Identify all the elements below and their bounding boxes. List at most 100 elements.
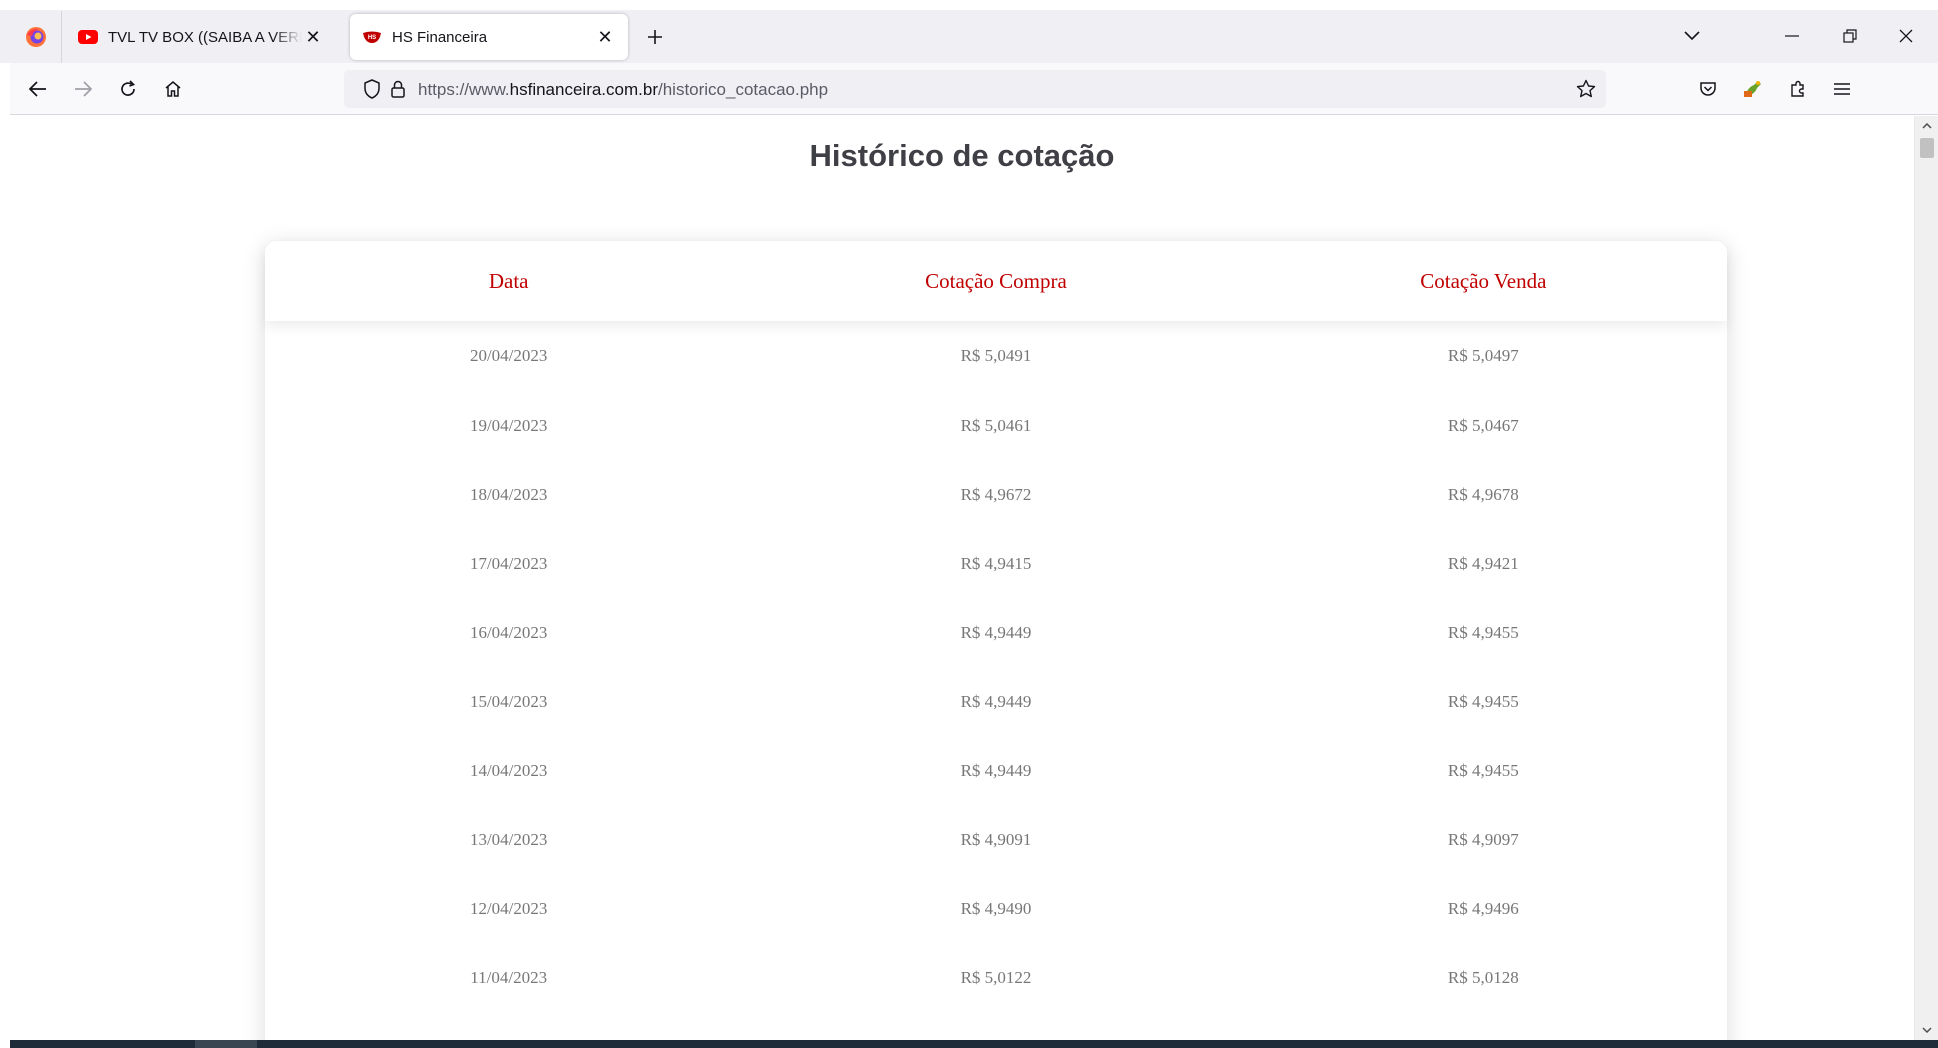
cell-buy: R$ 4,9672: [960, 484, 1032, 504]
shield-icon[interactable]: [362, 79, 382, 99]
cell-sell: R$ 4,9421: [1447, 553, 1519, 573]
cell-buy: R$ 5,0491: [960, 346, 1032, 365]
cell-date: 16/04/2023: [469, 622, 548, 642]
arrow-right-icon: [75, 81, 92, 97]
cell-buy: R$ 4,9449: [960, 691, 1032, 711]
cell-sell: R$ 4,9097: [1447, 829, 1519, 849]
cell-buy: R$ 5,0122: [960, 967, 1032, 987]
table-header: Data Cotação Compra Cotação Venda: [265, 241, 1727, 321]
menu-button[interactable]: [1826, 73, 1858, 105]
table-row: 18/04/2023 R$ 4,9672 R$ 4,9678: [265, 460, 1727, 529]
table-body: 20/04/2023 R$ 5,0491 R$ 5,0497 19/04/202…: [265, 321, 1727, 1012]
taskbar: [10, 1040, 1938, 1048]
new-tab-button[interactable]: [640, 22, 670, 52]
cell-sell: R$ 5,0128: [1447, 967, 1519, 987]
cell-date: 12/04/2023: [469, 898, 548, 918]
url-path: /historico_cotacao.php: [657, 80, 829, 99]
table-row: 16/04/2023 R$ 4,9449 R$ 4,9455: [265, 598, 1727, 667]
extension-icon: [1744, 81, 1761, 97]
cell-date: 15/04/2023: [469, 691, 548, 711]
cell-sell: R$ 4,9455: [1447, 622, 1519, 642]
quote-history-table: Data Cotação Compra Cotação Venda 20/04/…: [265, 241, 1727, 1040]
chevron-down-icon: [1684, 31, 1700, 41]
firefox-icon: [25, 27, 46, 47]
cell-buy: R$ 5,0461: [960, 415, 1032, 435]
taskbar-active-item[interactable]: [195, 1040, 257, 1048]
scroll-up-icon[interactable]: [1919, 118, 1935, 134]
cell-buy: R$ 4,9449: [960, 622, 1032, 642]
bookmark-star-icon[interactable]: [1576, 79, 1596, 99]
hs-financeira-icon: HS: [362, 27, 382, 47]
cell-sell: R$ 4,9496: [1447, 898, 1519, 918]
home-button[interactable]: [157, 73, 189, 105]
tab-title: HS Financeira: [392, 28, 488, 46]
tab-strip: TVL TV BOX ((SAIBA A VERDADE)) ✕ HS HS F…: [0, 0, 1938, 63]
page-title: Histórico de cotação: [809, 138, 1115, 173]
cell-sell: R$ 5,0497: [1447, 346, 1519, 365]
back-button[interactable]: [22, 73, 54, 105]
puzzle-icon: [1791, 80, 1804, 97]
reload-button[interactable]: [112, 73, 144, 105]
extensions-button[interactable]: [1782, 73, 1814, 105]
youtube-icon: [78, 27, 98, 47]
scrollbar-thumb[interactable]: [1920, 138, 1934, 158]
header-cotacao-compra: Cotação Compra: [925, 268, 1067, 293]
pocket-icon: [1700, 82, 1716, 96]
navigation-bar: https://www.hsfinanceira.com.br/historic…: [10, 63, 1938, 115]
close-window-button[interactable]: [1886, 18, 1926, 54]
arrow-left-icon: [29, 81, 46, 97]
close-icon[interactable]: ✕: [594, 26, 616, 48]
table-row: 14/04/2023 R$ 4,9449 R$ 4,9455: [265, 736, 1727, 805]
cell-sell: R$ 4,9455: [1447, 691, 1519, 711]
cell-date: 11/04/2023: [470, 967, 548, 987]
close-icon: [1899, 29, 1913, 43]
tab-title: TVL TV BOX ((SAIBA A VERDADE)): [108, 28, 302, 46]
url-domain: hsfinanceira.com.br: [509, 80, 658, 99]
cell-date: 19/04/2023: [469, 415, 548, 435]
url-text[interactable]: https://www.hsfinanceira.com.br/historic…: [418, 80, 828, 100]
tab-youtube[interactable]: TVL TV BOX ((SAIBA A VERDADE)) ✕: [66, 14, 336, 60]
table-row: 20/04/2023 R$ 5,0491 R$ 5,0497: [265, 321, 1727, 391]
scroll-down-icon[interactable]: [1919, 1022, 1935, 1038]
cell-buy: R$ 4,9490: [960, 898, 1032, 918]
restore-button[interactable]: [1830, 18, 1870, 54]
minimize-icon: [1785, 35, 1799, 37]
cell-date: 13/04/2023: [469, 829, 548, 849]
cell-buy: R$ 4,9449: [960, 760, 1032, 780]
cell-date: 18/04/2023: [469, 484, 548, 504]
table-row: 19/04/2023 R$ 5,0461 R$ 5,0467: [265, 391, 1727, 460]
table-row: 13/04/2023 R$ 4,9091 R$ 4,9097: [265, 805, 1727, 874]
list-all-tabs-button[interactable]: [1672, 18, 1712, 54]
url-prefix: https://www.: [418, 80, 510, 99]
header-cotacao-venda: Cotação Venda: [1420, 268, 1547, 293]
vertical-scrollbar[interactable]: [1914, 116, 1938, 1040]
reload-icon: [121, 80, 136, 96]
close-icon[interactable]: ✕: [302, 26, 324, 48]
pocket-button[interactable]: [1692, 73, 1724, 105]
cell-buy: R$ 4,9415: [960, 553, 1032, 573]
restore-icon: [1843, 29, 1857, 43]
table-row: 12/04/2023 R$ 4,9490 R$ 4,9496: [265, 874, 1727, 943]
minimize-button[interactable]: [1772, 18, 1812, 54]
table-row: 11/04/2023 R$ 5,0122 R$ 5,0128: [265, 943, 1727, 1012]
cell-date: 14/04/2023: [469, 760, 548, 780]
tab-hs-financeira[interactable]: HS HS Financeira ✕: [350, 14, 628, 60]
cell-sell: R$ 5,0467: [1447, 415, 1519, 435]
table-row: 17/04/2023 R$ 4,9415 R$ 4,9421: [265, 529, 1727, 598]
header-data: Data: [488, 268, 529, 293]
lock-icon[interactable]: [388, 79, 408, 99]
table-row: 15/04/2023 R$ 4,9449 R$ 4,9455: [265, 667, 1727, 736]
cell-buy: R$ 4,9091: [960, 829, 1032, 849]
cell-date: 20/04/2023: [469, 346, 548, 365]
cell-sell: R$ 4,9678: [1447, 484, 1519, 504]
address-bar[interactable]: https://www.hsfinanceira.com.br/historic…: [344, 70, 1606, 108]
forward-button[interactable]: [67, 73, 99, 105]
home-icon: [165, 81, 181, 97]
plus-icon: [648, 30, 662, 44]
page-viewport: Histórico de cotação Data Cotação Compra…: [10, 116, 1914, 1040]
firefox-view-button[interactable]: [10, 11, 62, 63]
cell-sell: R$ 4,9455: [1447, 760, 1519, 780]
hamburger-menu-icon: [1834, 83, 1850, 95]
extension-button[interactable]: [1737, 73, 1769, 105]
cell-date: 17/04/2023: [469, 553, 548, 573]
